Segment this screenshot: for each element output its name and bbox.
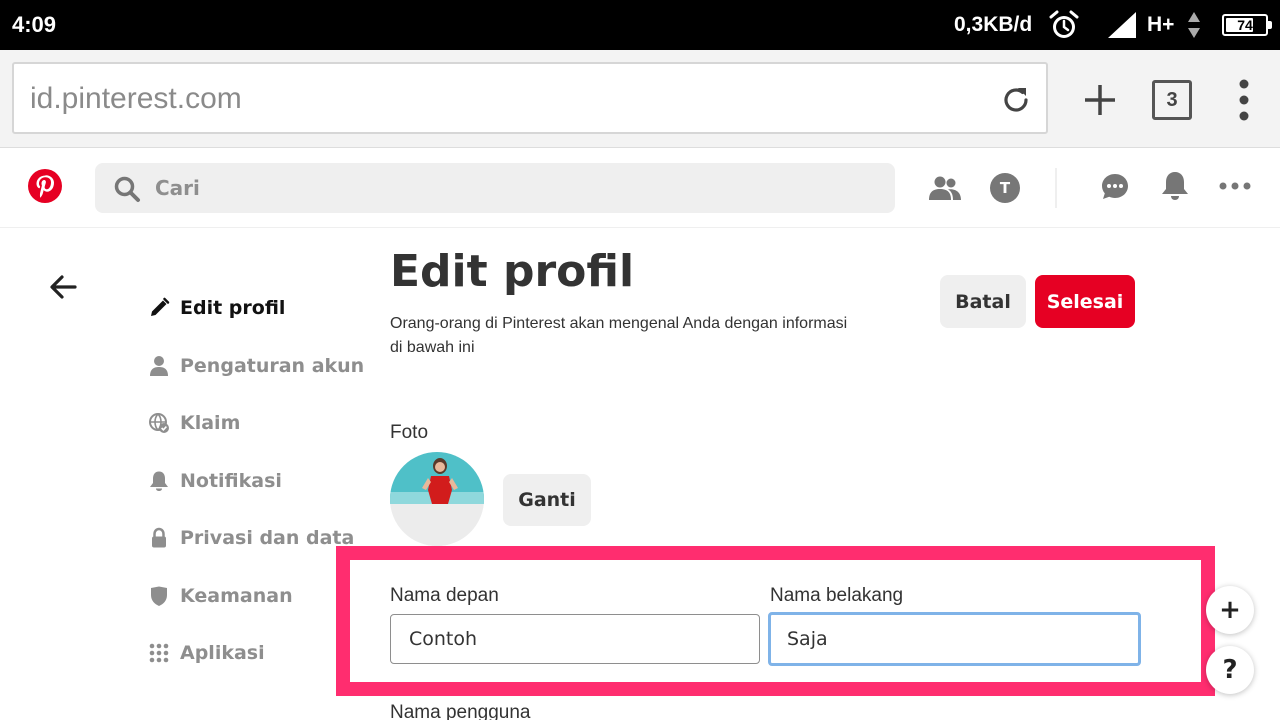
url-text[interactable]: id.pinterest.com — [30, 82, 242, 116]
page-subtitle: Orang-orang di Pinterest akan mengenal A… — [390, 315, 848, 356]
shield-icon — [151, 586, 167, 606]
network-type: H+ — [1147, 13, 1175, 36]
browser-menu-icon[interactable] — [1236, 78, 1252, 122]
grid-icon — [149, 643, 169, 663]
sidebar-item-label: Klaim — [180, 412, 241, 434]
status-time: 4:09 — [12, 12, 57, 37]
alarm-icon — [1049, 10, 1079, 38]
pinterest-logo-icon[interactable] — [27, 168, 63, 204]
username-label: Nama pengguna — [390, 702, 531, 720]
battery-icon: 74 — [1222, 14, 1272, 36]
photo-label: Foto — [390, 422, 429, 443]
sidebar-item-label: Notifikasi — [180, 470, 282, 492]
sidebar-item-label: Edit profil — [180, 297, 286, 319]
header-divider — [1055, 168, 1057, 208]
profile-avatar[interactable]: T — [990, 173, 1020, 203]
new-tab-icon[interactable] — [1082, 82, 1118, 118]
done-button[interactable]: Selesai — [1035, 275, 1135, 328]
profile-photo — [390, 452, 484, 546]
help-floating-button[interactable]: ? — [1206, 646, 1254, 694]
person-icon — [150, 356, 168, 376]
search-bar[interactable] — [95, 163, 895, 213]
change-photo-button[interactable]: Ganti — [503, 474, 591, 526]
sidebar-item-claim[interactable]: Klaim — [148, 408, 240, 438]
search-input[interactable] — [155, 163, 855, 213]
status-bar: 4:09 0,3KB/d H+ 74 — [0, 0, 1280, 50]
first-name-input[interactable] — [390, 614, 760, 664]
sidebar-item-label: Keamanan — [180, 585, 293, 607]
sidebar-item-label: Pengaturan akun — [180, 355, 365, 377]
sidebar-item-label: Aplikasi — [180, 642, 265, 664]
globe-check-icon — [149, 413, 169, 433]
search-icon — [114, 176, 140, 202]
pinterest-header: T — [0, 148, 1280, 228]
sidebar-item-label: Privasi dan data — [180, 527, 355, 549]
add-floating-button[interactable]: + — [1206, 586, 1254, 634]
page-title: Edit profil — [390, 246, 635, 297]
address-bar[interactable]: id.pinterest.com — [12, 62, 1048, 134]
pencil-icon — [151, 297, 170, 316]
sidebar-item-privacy[interactable]: Privasi dan data — [148, 523, 354, 553]
last-name-label: Nama belakang — [770, 585, 904, 606]
back-arrow-icon[interactable] — [48, 272, 78, 302]
people-icon[interactable] — [929, 174, 961, 202]
first-name-label: Nama depan — [390, 585, 499, 606]
browser-toolbar: id.pinterest.com 3 — [0, 50, 1280, 148]
sidebar-item-security[interactable]: Keamanan — [148, 581, 293, 611]
lock-icon — [152, 527, 166, 548]
cancel-button[interactable]: Batal — [940, 275, 1026, 328]
messages-icon[interactable] — [1100, 172, 1130, 202]
tab-count-button[interactable]: 3 — [1152, 80, 1192, 120]
data-arrows-icon — [1188, 12, 1200, 38]
sidebar-item-notifications[interactable]: Notifikasi — [148, 466, 282, 496]
status-speed: 0,3KB/d — [954, 13, 1033, 36]
profile-photo-image — [390, 452, 484, 546]
sidebar-item-account-settings[interactable]: Pengaturan akun — [148, 351, 364, 381]
reload-icon[interactable] — [1000, 84, 1032, 116]
more-options-icon[interactable] — [1219, 178, 1251, 194]
last-name-input[interactable] — [768, 612, 1141, 666]
bell-icon — [150, 471, 168, 491]
sidebar-item-edit-profile[interactable]: Edit profil — [148, 293, 285, 323]
battery-level: 74 — [1237, 17, 1253, 33]
signal-icon — [1108, 12, 1136, 38]
sidebar-item-apps[interactable]: Aplikasi — [148, 638, 265, 668]
notifications-icon[interactable] — [1160, 170, 1190, 202]
